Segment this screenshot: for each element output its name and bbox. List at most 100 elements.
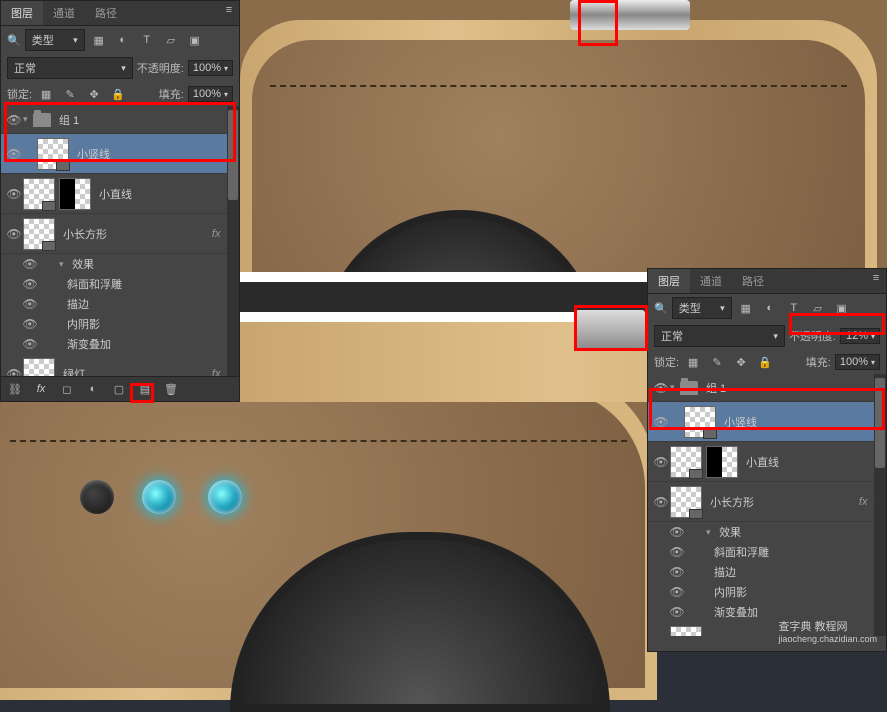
layer-name[interactable]: 小竖线: [724, 414, 757, 430]
tab-paths[interactable]: 路径: [732, 269, 774, 293]
lock-position-icon[interactable]: ✥: [84, 85, 104, 103]
layer-style-icon[interactable]: fx: [31, 380, 51, 398]
lock-label: 锁定:: [7, 86, 32, 102]
layer-thumbnail: [23, 178, 55, 210]
layer-item[interactable]: 👁 绿灯 fx ▾: [1, 354, 239, 376]
visibility-icon[interactable]: 👁: [5, 147, 23, 161]
visibility-icon[interactable]: 👁: [5, 187, 23, 201]
filter-type-dropdown[interactable]: 类型: [25, 29, 85, 51]
effect-row[interactable]: 👁描边: [648, 562, 886, 582]
layer-item[interactable]: 👁 小直线: [648, 442, 886, 482]
layer-thumbnail: [684, 406, 716, 438]
lock-all-icon[interactable]: 🔒: [108, 85, 128, 103]
filter-shape-icon[interactable]: ▱: [808, 299, 828, 317]
folder-icon: [33, 113, 51, 127]
filter-type-dropdown[interactable]: 类型: [672, 297, 732, 319]
fx-badge[interactable]: fx: [212, 228, 227, 240]
visibility-icon[interactable]: 👁: [652, 415, 670, 429]
panel1-bottombar: ⛓ fx ◻ ◐ ▢ ▤ 🗑: [1, 376, 239, 401]
lock-all-icon[interactable]: 🔒: [755, 353, 775, 371]
blend-mode-dropdown[interactable]: 正常: [7, 57, 133, 79]
layer-name[interactable]: 小直线: [746, 454, 779, 470]
layer-mask-thumbnail: [59, 178, 91, 210]
panel-menu-icon[interactable]: ≡: [866, 269, 886, 287]
blend-mode-dropdown[interactable]: 正常: [654, 325, 785, 347]
layer-name[interactable]: 小竖线: [77, 146, 110, 162]
delete-layer-icon[interactable]: 🗑: [161, 380, 181, 398]
effect-row[interactable]: 👁渐变叠加: [1, 334, 239, 354]
effect-row[interactable]: 👁斜面和浮雕: [1, 274, 239, 294]
fill-label: 填充:: [159, 86, 184, 102]
fx-badge[interactable]: fx: [859, 496, 874, 508]
effect-row[interactable]: 👁内阴影: [648, 582, 886, 602]
layer-group[interactable]: 👁 ▾ 组 1: [648, 374, 886, 402]
filter-adjust-icon[interactable]: ◐: [760, 299, 780, 317]
tab-layers[interactable]: 图层: [648, 269, 690, 293]
layer-name[interactable]: 小长方形: [63, 226, 107, 242]
lock-transparency-icon[interactable]: ▦: [36, 85, 56, 103]
layer-name[interactable]: 组 1: [59, 112, 79, 128]
panel-menu-icon[interactable]: ≡: [219, 1, 239, 19]
layer-name[interactable]: 绿灯: [710, 634, 732, 637]
lock-transparency-icon[interactable]: ▦: [683, 353, 703, 371]
filter-pixel-icon[interactable]: ▦: [736, 299, 756, 317]
new-group-icon[interactable]: ▢: [109, 380, 129, 398]
layer-item[interactable]: 👁 小竖线: [1, 134, 239, 174]
tab-layers[interactable]: 图层: [1, 1, 43, 25]
effect-row[interactable]: 👁描边: [1, 294, 239, 314]
layer-item[interactable]: 👁 小长方形 fx ▴: [648, 482, 886, 522]
lock-pixels-icon[interactable]: ✎: [60, 85, 80, 103]
lock-position-icon[interactable]: ✥: [731, 353, 751, 371]
visibility-icon[interactable]: 👁: [5, 113, 23, 127]
layer-item[interactable]: 👁 小直线: [1, 174, 239, 214]
effect-row[interactable]: 👁▾ 效果: [1, 254, 239, 274]
fill-value[interactable]: 100%: [835, 354, 880, 370]
filter-pixel-icon[interactable]: ▦: [89, 31, 109, 49]
visibility-icon[interactable]: 👁: [652, 635, 670, 637]
tab-channels[interactable]: 通道: [43, 1, 85, 25]
layer-mask-icon[interactable]: ◻: [57, 380, 77, 398]
layer-item[interactable]: 👁 小竖线: [648, 402, 886, 442]
expand-icon[interactable]: ▾: [23, 114, 33, 125]
fill-value[interactable]: 100%: [188, 86, 233, 102]
layers-panel-2: 图层 通道 路径 ≡ 🔍 类型 ▦ ◐ T ▱ ▣ 正常 不透明度: 12% 锁…: [647, 268, 887, 652]
filter-adjust-icon[interactable]: ◐: [113, 31, 133, 49]
adjustment-layer-icon[interactable]: ◐: [83, 380, 103, 398]
layer-thumbnail: [37, 138, 69, 170]
layer-name[interactable]: 小直线: [99, 186, 132, 202]
filter-smart-icon[interactable]: ▣: [185, 31, 205, 49]
effect-row[interactable]: 👁▾ 效果: [648, 522, 886, 542]
layer-thumbnail: [670, 486, 702, 518]
filter-type-icon[interactable]: T: [784, 299, 804, 317]
filter-type-icon[interactable]: T: [137, 31, 157, 49]
layer-name[interactable]: 小长方形: [710, 494, 754, 510]
expand-icon[interactable]: ▾: [670, 382, 680, 393]
filter-smart-icon[interactable]: ▣: [832, 299, 852, 317]
link-layers-icon[interactable]: ⛓: [5, 380, 25, 398]
opacity-label: 不透明度:: [789, 328, 836, 344]
layer-item[interactable]: 👁 小长方形 fx ▴: [1, 214, 239, 254]
effect-row[interactable]: 👁斜面和浮雕: [648, 542, 886, 562]
layer-name[interactable]: 组 1: [706, 380, 726, 396]
visibility-icon[interactable]: 👁: [5, 367, 23, 377]
filter-shape-icon[interactable]: ▱: [161, 31, 181, 49]
visibility-icon[interactable]: 👁: [652, 455, 670, 469]
scrollbar[interactable]: [874, 374, 886, 636]
new-layer-icon[interactable]: ▤: [135, 380, 155, 398]
visibility-icon[interactable]: 👁: [652, 381, 670, 395]
fx-badge[interactable]: fx: [212, 368, 227, 377]
visibility-icon[interactable]: 👁: [5, 227, 23, 241]
opacity-label: 不透明度:: [137, 60, 184, 76]
lock-pixels-icon[interactable]: ✎: [707, 353, 727, 371]
scrollbar[interactable]: [227, 106, 239, 376]
tab-channels[interactable]: 通道: [690, 269, 732, 293]
layer-thumbnail: [670, 626, 702, 637]
tab-paths[interactable]: 路径: [85, 1, 127, 25]
visibility-icon[interactable]: 👁: [652, 495, 670, 509]
effect-row[interactable]: 👁内阴影: [1, 314, 239, 334]
layer-name[interactable]: 绿灯: [63, 366, 85, 377]
opacity-value[interactable]: 12%: [840, 328, 880, 344]
filter-icon: 🔍: [654, 302, 668, 315]
opacity-value[interactable]: 100%: [188, 60, 233, 76]
layer-group[interactable]: 👁 ▾ 组 1: [1, 106, 239, 134]
